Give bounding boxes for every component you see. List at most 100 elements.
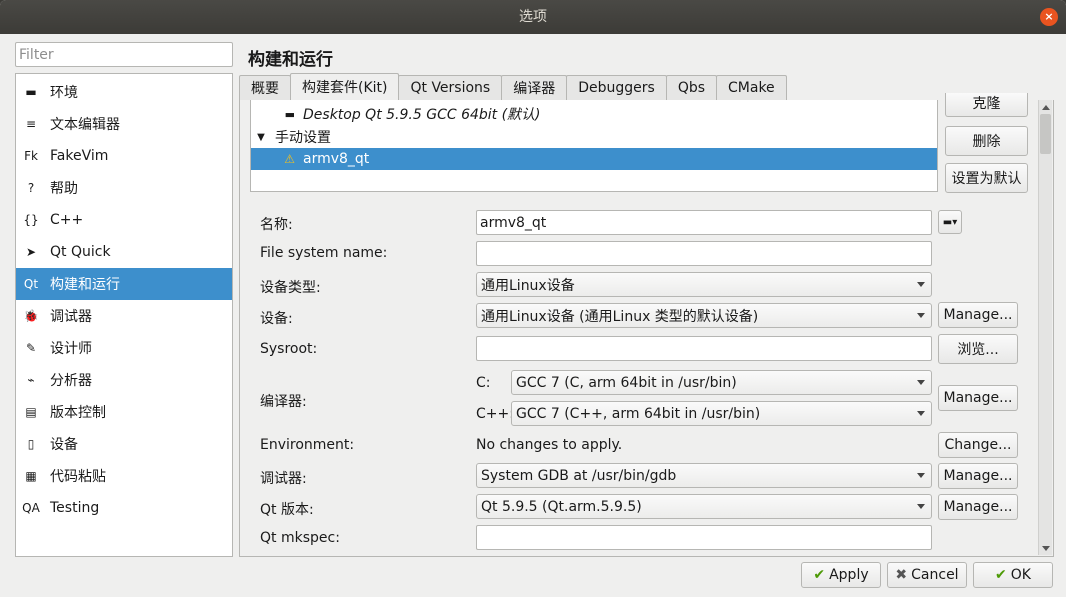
category-label: 环境 <box>50 85 78 101</box>
checkmark-icon: ✔ <box>995 567 1007 583</box>
device-select[interactable]: 通用Linux设备 (通用Linux 类型的默认设备) <box>476 303 932 328</box>
tree-row-auto-kit[interactable]: ▬ Desktop Qt 5.9.5 GCC 64bit (默认) <box>251 103 937 125</box>
dropdown-arrow-icon <box>917 380 925 385</box>
category-item[interactable]: 🐞 调试器 <box>16 300 232 332</box>
cancel-button[interactable]: ✖ Cancel <box>887 562 967 588</box>
browse-button[interactable]: 浏览... <box>938 334 1018 364</box>
manage-qt-version-button[interactable]: Manage... <box>938 494 1018 520</box>
tab[interactable]: 构建套件(Kit) <box>290 73 400 100</box>
manual-kit-label: armv8_qt <box>303 151 370 167</box>
dropdown-arrow-icon <box>917 473 925 478</box>
device-icon: ▯ <box>27 437 35 451</box>
category-label: 分析器 <box>50 373 92 389</box>
category-item[interactable]: Fk FakeVim <box>16 140 232 172</box>
category-item[interactable]: ▤ 版本控制 <box>16 396 232 428</box>
manage-device-label: Manage... <box>943 307 1013 323</box>
device-type-select[interactable]: 通用Linux设备 <box>476 272 932 297</box>
ok-button[interactable]: ✔ OK <box>973 562 1053 588</box>
scroll-down-icon[interactable] <box>1042 546 1050 551</box>
category-item[interactable]: {} C++ <box>16 204 232 236</box>
mkspec-label: Qt mkspec: <box>260 530 340 546</box>
dropdown-arrow-icon <box>917 504 925 509</box>
qt-quick-icon: ➤ <box>25 245 37 259</box>
category-item[interactable]: ≡ 文本编辑器 <box>16 108 232 140</box>
manage-compiler-button[interactable]: Manage... <box>938 385 1018 411</box>
category-item[interactable]: ⌁ 分析器 <box>16 364 232 396</box>
filter-input[interactable] <box>15 42 233 67</box>
mkspec-field[interactable] <box>476 525 932 550</box>
tab[interactable]: 概要 <box>239 75 291 100</box>
category-label: 调试器 <box>50 309 92 325</box>
remove-button[interactable]: 删除 <box>945 126 1028 156</box>
dropdown-arrow-icon <box>917 282 925 287</box>
scrollbar-thumb[interactable] <box>1040 114 1051 154</box>
clone-button[interactable]: 克隆 <box>945 93 1028 117</box>
make-default-button[interactable]: 设置为默认 <box>945 163 1028 193</box>
category-label: 构建和运行 <box>50 277 120 293</box>
tab[interactable]: 编译器 <box>501 75 568 100</box>
kit-tree[interactable]: ▬ Desktop Qt 5.9.5 GCC 64bit (默认) ▼ 手动设置… <box>250 100 938 192</box>
device-icon-button[interactable]: ▬▾ <box>938 210 962 234</box>
qt-version-select[interactable]: Qt 5.9.5 (Qt.arm.5.9.5) <box>476 494 932 519</box>
tab[interactable]: Debuggers <box>566 75 667 100</box>
compiler-c-select[interactable]: GCC 7 (C, arm 64bit in /usr/bin) <box>511 370 932 395</box>
environment-label: Environment: <box>260 437 355 453</box>
category-item[interactable]: Qt 构建和运行 <box>16 268 232 300</box>
category-label: 版本控制 <box>50 405 106 421</box>
tree-row-armv8-qt[interactable]: ⚠ armv8_qt <box>251 148 937 170</box>
compiler-cpp-label: C++: <box>476 406 514 422</box>
code-paste-icon: ▦ <box>25 469 37 483</box>
ok-button-label: OK <box>1010 567 1031 583</box>
change-environment-button[interactable]: Change... <box>938 432 1018 458</box>
category-item[interactable]: ➤ Qt Quick <box>16 236 232 268</box>
category-item[interactable]: ? 帮助 <box>16 172 232 204</box>
category-list: ▬ 环境 ≡ 文本编辑器 Fk FakeVim? 帮助 {} C++ ➤ Qt Quick Qt 构建和… <box>15 73 233 557</box>
category-label: 帮助 <box>50 181 78 197</box>
tab[interactable]: CMake <box>716 75 787 100</box>
tab[interactable]: Qbs <box>665 75 718 100</box>
remove-button-label: 删除 <box>972 134 1001 150</box>
manage-qt-version-label: Manage... <box>943 499 1013 515</box>
category-item[interactable]: ▬ 环境 <box>16 76 232 108</box>
category-label: 设备 <box>50 437 78 453</box>
browse-button-label: 浏览... <box>957 342 999 358</box>
manage-debugger-label: Manage... <box>943 468 1013 484</box>
compiler-cpp-value: GCC 7 (C++, arm 64bit in /usr/bin) <box>516 405 761 422</box>
monitor-icon: ▬▾ <box>942 216 958 228</box>
fakevim-icon: Fk <box>24 149 38 163</box>
sysroot-field[interactable] <box>476 336 932 361</box>
compiler-cpp-select[interactable]: GCC 7 (C++, arm 64bit in /usr/bin) <box>511 401 932 426</box>
category-item[interactable]: ✎ 设计师 <box>16 332 232 364</box>
tree-row-manual-group[interactable]: ▼ 手动设置 <box>251 126 937 148</box>
clone-button-label: 克隆 <box>972 96 1001 112</box>
category-label: Qt Quick <box>50 244 111 260</box>
dropdown-arrow-icon <box>917 313 925 318</box>
manage-device-button[interactable]: Manage... <box>938 302 1018 328</box>
scroll-up-icon[interactable] <box>1042 105 1050 110</box>
checkmark-icon: ✔ <box>813 567 826 583</box>
auto-kit-label: Desktop Qt 5.9.5 GCC 64bit (默认) <box>303 107 541 123</box>
category-item[interactable]: ▯ 设备 <box>16 428 232 460</box>
manage-compiler-label: Manage... <box>943 390 1013 406</box>
debugger-value: System GDB at /usr/bin/gdb <box>481 467 677 484</box>
compiler-c-value: GCC 7 (C, arm 64bit in /usr/bin) <box>516 374 737 391</box>
manage-debugger-button[interactable]: Manage... <box>938 463 1018 489</box>
expand-arrow-icon[interactable]: ▼ <box>251 132 271 143</box>
help-icon: ? <box>27 181 35 195</box>
category-item[interactable]: ▦ 代码粘贴 <box>16 460 232 492</box>
manual-group-label: 手动设置 <box>275 130 331 146</box>
text-editor-icon: ≡ <box>25 117 37 131</box>
fs-name-field[interactable] <box>476 241 932 266</box>
debugger-select[interactable]: System GDB at /usr/bin/gdb <box>476 463 932 488</box>
tab-bar: 概要 构建套件(Kit) Qt Versions 编译器 Debuggers Qbs CMa… <box>239 73 787 100</box>
change-button-label: Change... <box>944 437 1012 453</box>
version-control-icon: ▤ <box>25 405 37 419</box>
category-item[interactable]: QA Testing <box>16 492 232 524</box>
vertical-scrollbar[interactable] <box>1038 100 1052 555</box>
sysroot-label: Sysroot: <box>260 341 318 357</box>
tab[interactable]: Qt Versions <box>398 75 503 100</box>
apply-button[interactable]: ✔ Apply <box>801 562 881 588</box>
name-field[interactable]: armv8_qt <box>476 210 932 235</box>
close-icon[interactable]: × <box>1040 8 1058 26</box>
debugger-label: 调试器: <box>260 471 307 487</box>
